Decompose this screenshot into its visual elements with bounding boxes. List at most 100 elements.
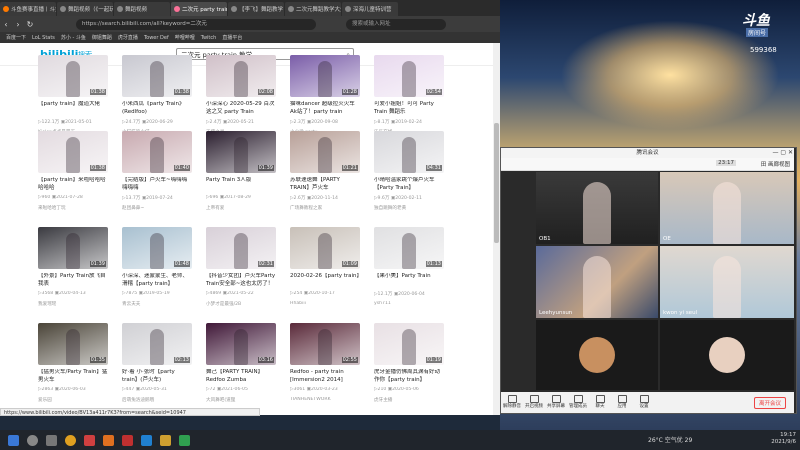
folder-icon[interactable] — [103, 434, 114, 446]
meeting-toolbar-button[interactable]: 管理成员 — [567, 395, 589, 410]
video-title[interactable]: Party Train 3人版 — [206, 177, 276, 193]
browser-tab[interactable]: 深海儿童特训营 — [342, 2, 398, 16]
weather-readout[interactable]: 26°C 空气优 29 — [648, 435, 692, 444]
window-controls[interactable]: — ▢ ✕ — [772, 148, 793, 158]
video-title[interactable]: 小深深心 2020-05-29 百次这之又 party Train — [206, 101, 276, 117]
participant-video-tile[interactable]: Leehyunsun — [536, 246, 658, 318]
video-thumbnail[interactable]: 01:48 — [122, 227, 192, 269]
bookmark-item[interactable]: LoL Stats — [32, 35, 55, 41]
search-icon[interactable] — [27, 434, 38, 446]
bookmark-item[interactable]: 哔哩哔哩 — [175, 34, 195, 41]
video-title[interactable]: 可爱小姐姐！可可 Party Train 舞蹈乐 — [374, 101, 444, 117]
meeting-app-icon[interactable] — [141, 434, 152, 446]
app3-icon[interactable] — [179, 434, 190, 446]
meeting-toolbar-button[interactable]: 应用 — [611, 395, 633, 410]
meeting-toolbar-button[interactable]: 开启视频 — [523, 395, 545, 410]
video-thumbnail[interactable]: 01:39 — [38, 227, 108, 269]
meeting-toolbar-button[interactable]: 设置 — [633, 395, 655, 410]
meeting-toolbar-button[interactable]: 解除静音 — [501, 395, 523, 410]
video-thumbnail[interactable]: 02:55 — [290, 323, 360, 365]
system-clock[interactable]: 19:17 2021/9/6 — [771, 432, 796, 446]
video-uploader[interactable]: 来啦哈哈丁玩 — [38, 205, 108, 211]
video-card[interactable]: 03:16 舞己【PARTY TRAIN】Redfoo Zumba ▷72 ▣202… — [206, 323, 276, 411]
bookmark-item[interactable]: 百度一下 — [6, 34, 26, 41]
video-thumbnail[interactable]: 01:13 — [374, 227, 444, 269]
browser-tab[interactable]: 舞蹈视频（《一起玩… — [57, 2, 113, 16]
video-card[interactable]: 01:39 【外景】Party Train放飞自我表 ▷3568 ▣2020-04-… — [38, 227, 108, 315]
video-title[interactable]: 小晴哈温家跳个爆芦火车【Party Train】 — [374, 177, 444, 193]
back-icon[interactable]: ‹ — [0, 20, 12, 29]
bookmark-item[interactable]: 虎牙直播 — [118, 34, 138, 41]
video-card[interactable]: 01:38 【party train】魔道大佬 ▷122.1万 ▣2021-05-0… — [38, 55, 108, 143]
video-thumbnail[interactable]: 01:38 — [38, 131, 108, 173]
video-thumbnail[interactable]: 01:19 — [374, 323, 444, 365]
participant-video-tile[interactable]: OE — [660, 172, 794, 244]
video-thumbnail[interactable]: 02:31 — [206, 227, 276, 269]
bookmark-item[interactable]: 御姐舞蹈 — [92, 34, 112, 41]
windows-start-icon[interactable] — [8, 434, 19, 446]
bookmark-item[interactable]: Twitch — [201, 35, 217, 41]
browser-tab[interactable]: 二次元 party train 教学 — [171, 2, 227, 16]
reload-icon[interactable]: ↻ — [24, 20, 36, 29]
video-thumbnail[interactable]: 01:35 — [38, 323, 108, 365]
video-title[interactable]: 【抖音少女团】芦火车Party Train安全部~这也太厉了！ — [206, 273, 276, 289]
participant-video-tile[interactable]: OB1 — [536, 172, 658, 244]
video-card[interactable]: 01:13 【果小美】Party Train ▷12.1万 ▣2020-06-04 y… — [374, 227, 444, 315]
video-card[interactable]: 01:28 猫咪dancer 超级拉火火车Ak站了！party train ▷2.3… — [290, 55, 360, 143]
browser-tab[interactable]: 【李飞】舞蹈教学 — [228, 2, 284, 16]
participant-video-tile[interactable]: kwon yi seul — [660, 246, 794, 318]
video-thumbnail[interactable]: 02:54 — [374, 55, 444, 97]
video-uploader[interactable]: 后萌兔洛迪鹅哦 — [122, 397, 192, 403]
video-title[interactable]: 小米西瓜《party Train》(Redlfoo) — [122, 101, 192, 117]
video-card[interactable]: 01:38 【party train】来啦哈哈哈哈哈哈 ▷960 ▣2021-07-… — [38, 131, 108, 219]
video-uploader[interactable]: 独自跳舞的老黄 — [374, 205, 444, 211]
video-card[interactable]: 02:55 Redfoo - party train [Immersion2 20… — [290, 323, 360, 411]
task-view-icon[interactable] — [46, 434, 57, 446]
video-thumbnail[interactable]: 01:09 — [290, 227, 360, 269]
video-title[interactable]: 苏联速速舞【PARTY TRAIN】芦火车 — [290, 177, 360, 193]
video-title[interactable]: 【party train】来啦哈哈哈哈哈哈 — [38, 177, 108, 193]
gallery-view-button[interactable]: 田 画廊视图 — [761, 160, 790, 168]
chrome-icon[interactable] — [65, 434, 76, 446]
video-card[interactable]: 02:54 可爱小姐姐！可可 Party Train 舞蹈乐 ▷8.1万 ▣2019… — [374, 55, 444, 143]
scrollbar-thumb[interactable] — [494, 123, 499, 243]
video-card[interactable]: 01:40 【完结版】芦火车~嗨嗨嗨嗨嗨嗨 ▷13.7万 ▣2019-07-24 赵团… — [122, 131, 192, 219]
bookmark-item[interactable]: 苏小 - 斗鱼 — [61, 34, 86, 41]
video-uploader[interactable]: 爱乐园 — [38, 397, 108, 403]
video-thumbnail[interactable]: 04:31 — [374, 131, 444, 173]
video-card[interactable]: 01:09 2020-02-26【party train】 ▷254 ▣2020-1… — [290, 227, 360, 315]
video-title[interactable]: 2020-02-26【party train】 — [290, 273, 360, 289]
bookmark-item[interactable]: Tower Def — [144, 35, 169, 41]
video-uploader[interactable]: 大风舞吧(道狸 — [206, 397, 276, 403]
page-scrollbar[interactable] — [493, 43, 500, 415]
video-title[interactable]: 【果小美】Party Train — [374, 273, 444, 289]
bookmark-item[interactable]: 直播平台 — [222, 34, 242, 41]
video-title[interactable]: 【完结版】芦火车~嗨嗨嗨嗨嗨嗨 — [122, 177, 192, 193]
video-title[interactable]: 【猛男火车/Party Train】猛男火车 — [38, 369, 108, 385]
video-title[interactable]: 舞己【PARTY TRAIN】Redfoo Zumba — [206, 369, 276, 385]
video-title[interactable]: Redfoo - party train [Immersion2 2014] — [290, 369, 360, 385]
video-uploader[interactable]: TIANHENETWORK — [290, 397, 360, 402]
video-title[interactable]: 猫咪dancer 超级拉火火车Ak站了！party train — [290, 101, 360, 117]
video-uploader[interactable]: 赵团鼻鼻~ — [122, 205, 192, 211]
participant-video-tile[interactable] — [536, 320, 658, 390]
meeting-toolbar-button[interactable]: 共享屏幕 — [545, 395, 567, 410]
video-thumbnail[interactable]: 02:08 — [206, 55, 276, 97]
meeting-toolbar-button[interactable]: 聊天 — [589, 395, 611, 410]
video-title[interactable]: 虎牙金播仿佛周其渊有好动作你【party train】 — [374, 369, 444, 385]
video-card[interactable]: 02:13 好·着 小·张时【party train】(芦火车) ▷447 ▣202… — [122, 323, 192, 411]
video-uploader[interactable]: 上帝有爱 — [206, 205, 276, 211]
video-thumbnail[interactable]: 03:16 — [206, 323, 276, 365]
video-card[interactable]: 01:19 虎牙金播仿佛周其渊有好动作你【party train】 ▷210 ▣20… — [374, 323, 444, 411]
video-card[interactable]: 01:39 Party Train 3人版 ▷696 ▣2017-08-29 上帝有爱 — [206, 131, 276, 219]
video-thumbnail[interactable]: 01:40 — [122, 131, 192, 173]
video-uploader[interactable]: 青云夫夫 — [122, 301, 192, 307]
browser-search-input[interactable]: 搜索或输入网址 — [346, 18, 446, 30]
video-thumbnail[interactable]: 01:28 — [290, 55, 360, 97]
video-thumbnail[interactable]: 01:38 — [38, 55, 108, 97]
video-title[interactable]: 【party train】魔道大佬 — [38, 101, 108, 117]
video-card[interactable]: 02:08 小深深心 2020-05-29 百次这之又 party Train ▷2… — [206, 55, 276, 143]
video-uploader[interactable]: 小梦才是最强/2B — [206, 301, 276, 307]
participant-video-tile[interactable] — [660, 320, 794, 390]
video-title[interactable]: 好·着 小·张时【party train】(芦火车) — [122, 369, 192, 385]
